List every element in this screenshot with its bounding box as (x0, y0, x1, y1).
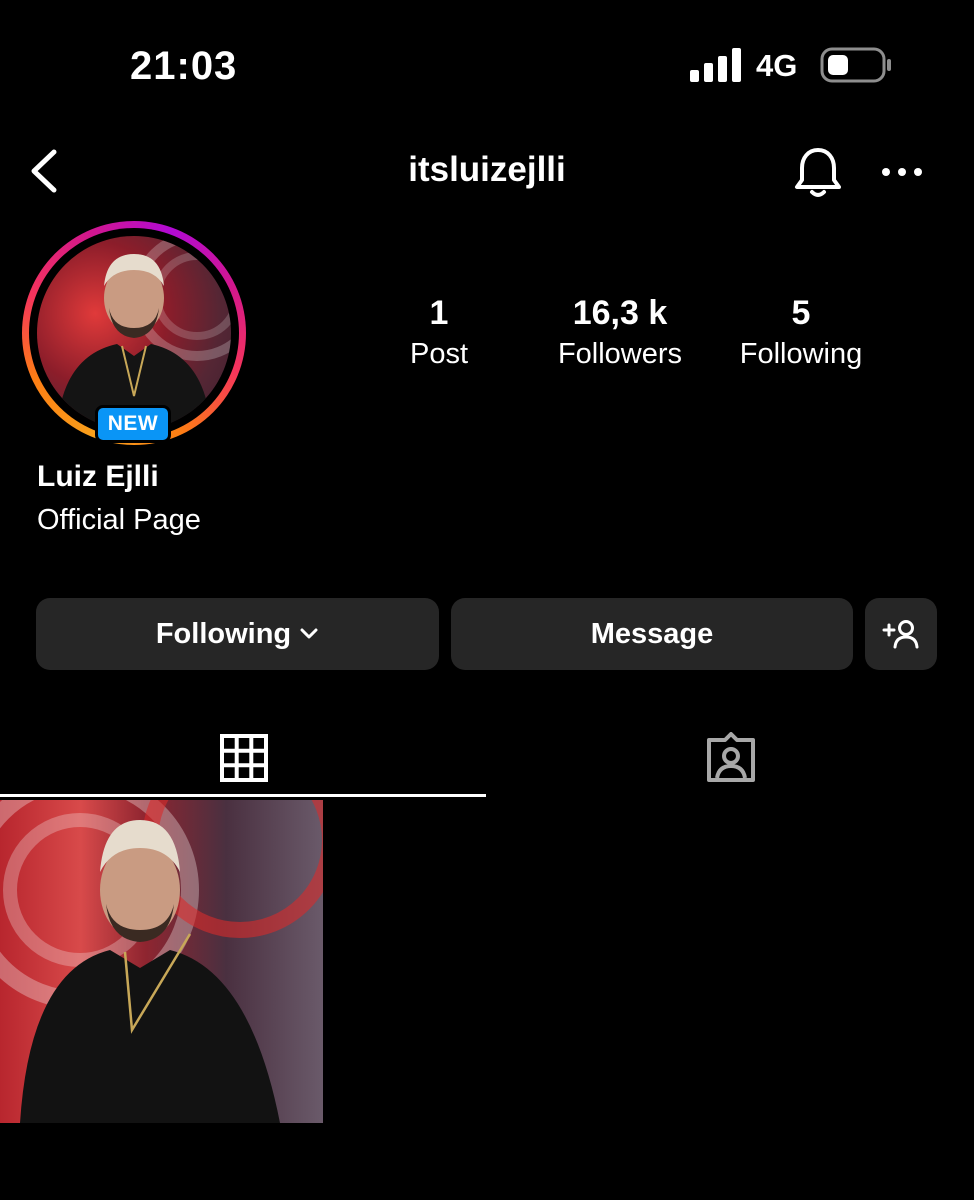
posts-count: 1 (429, 294, 449, 332)
following-button[interactable]: Following (36, 598, 439, 670)
tab-tagged[interactable] (487, 720, 974, 796)
profile-page: 21:03 4G itsluizejlli NEW 1 Post 16,3 k … (0, 0, 974, 1200)
tagged-person-icon (706, 732, 755, 782)
stat-followers[interactable]: 16,3 k Followers (535, 294, 705, 374)
suggested-accounts-button[interactable] (865, 598, 937, 670)
following-label: Following (739, 338, 863, 370)
posts-label: Post (409, 338, 469, 370)
add-person-icon (882, 620, 919, 649)
stat-posts[interactable]: 1 Post (354, 294, 524, 374)
following-count: 5 (791, 294, 811, 332)
post-thumbnail[interactable] (0, 800, 323, 1123)
signal-icon (690, 48, 741, 82)
profile-bio: Official Page (37, 504, 201, 536)
following-button-label: Following (155, 617, 292, 650)
message-button-label: Message (590, 617, 714, 650)
chevron-down-icon (300, 628, 318, 639)
status-time: 21:03 (130, 44, 238, 88)
tab-posts-grid[interactable] (0, 720, 487, 796)
profile-name: Luiz Ejlli (37, 460, 159, 493)
followers-label: Followers (557, 338, 683, 370)
avatar (37, 236, 231, 430)
battery-icon (820, 47, 891, 83)
followers-count: 16,3 k (572, 294, 668, 332)
message-button[interactable]: Message (451, 598, 853, 670)
network-type: 4G (756, 48, 798, 83)
stat-following[interactable]: 5 Following (716, 294, 886, 374)
grid-icon (219, 734, 268, 782)
active-tab-indicator (0, 794, 486, 797)
more-options-icon[interactable] (880, 160, 924, 184)
new-badge: NEW (95, 405, 171, 443)
notification-bell-icon[interactable] (790, 144, 846, 200)
